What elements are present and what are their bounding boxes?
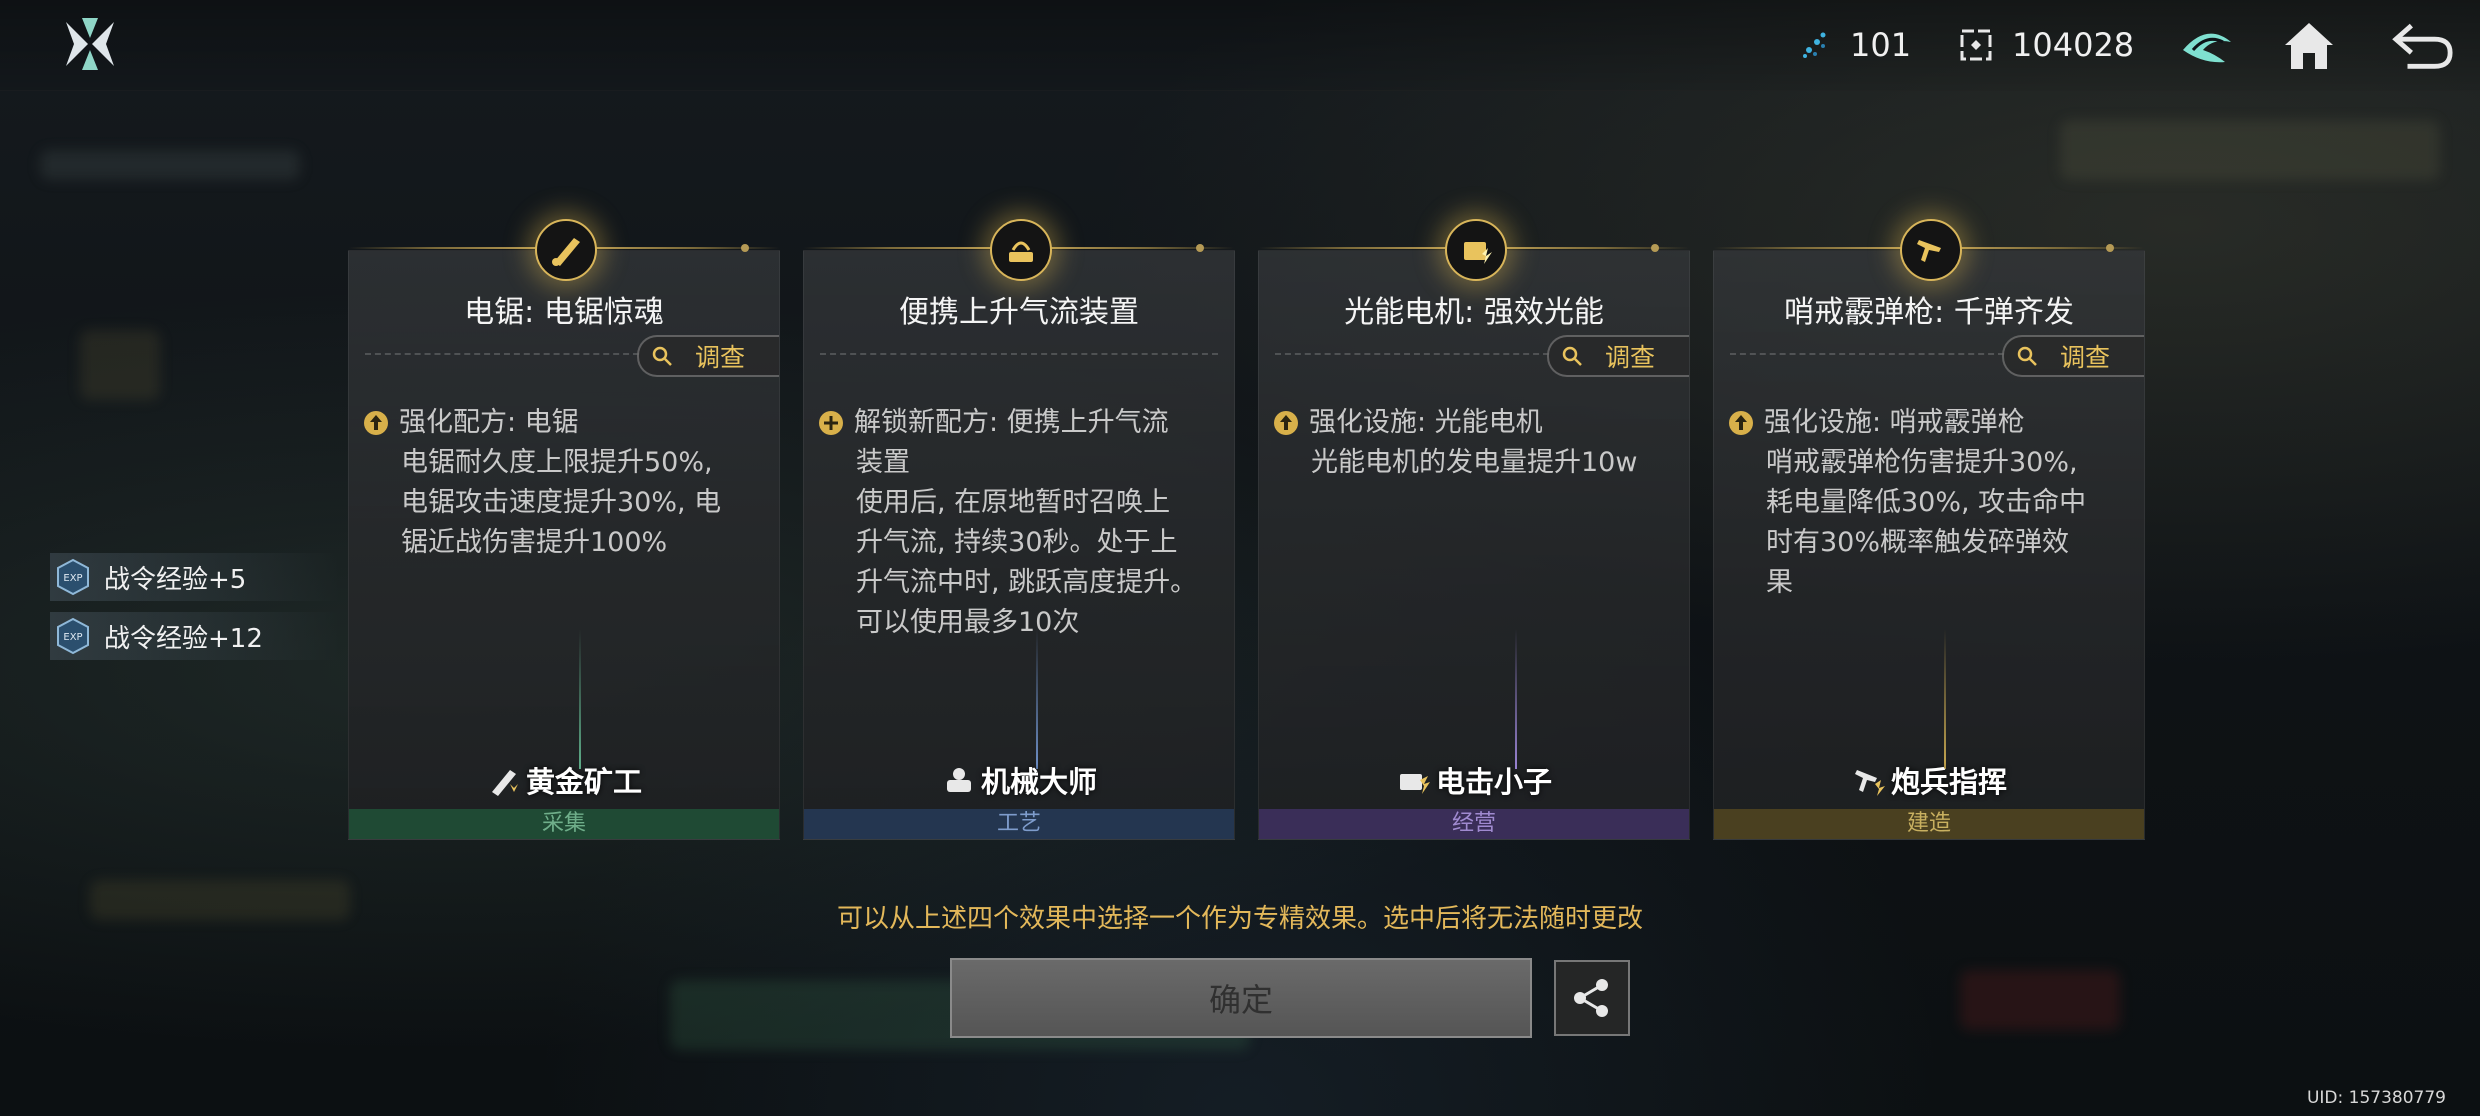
effect-heading: 强化配方: 电锯 <box>363 403 579 443</box>
exp-reward-item: EXP 战令经验+12 <box>50 612 340 660</box>
gold-miner-icon <box>491 770 518 796</box>
effect-heading: 强化设施: 光能电机 <box>1273 403 1543 443</box>
card-dashed-divider <box>820 353 1218 355</box>
currency-icon <box>1958 27 1994 63</box>
selection-hint: 可以从上述四个效果中选择一个作为专精效果。选中后将无法随时更改 <box>836 904 1643 934</box>
exp-reward-label: 战令经验+5 <box>104 564 247 595</box>
back-icon[interactable] <box>2392 14 2454 76</box>
inspect-button[interactable]: 调查 <box>637 335 779 377</box>
card-title: 光能电机: 强效光能 <box>1344 295 1604 330</box>
currency-counter: 104028 <box>1958 22 2134 68</box>
upgrade-arrow-icon <box>364 411 388 435</box>
card-title: 哨戒霰弹枪: 千弹齐发 <box>1784 295 2074 330</box>
effect-heading-text: 强化配方: 电锯 <box>399 407 579 438</box>
effect-description: 电锯耐久度上限提升50%, 电锯攻击速度提升30%, 电 锯近战伤害提升100% <box>401 447 722 558</box>
faction-emblem-icon[interactable] <box>2176 14 2238 76</box>
energy-counter: 101 <box>1796 22 1911 68</box>
card-title: 电锯: 电锯惊魂 <box>464 295 664 330</box>
updraft-device-icon <box>990 219 1052 281</box>
sentry-shotgun-icon <box>1900 219 1962 281</box>
character-label: 机械大师 <box>804 759 1234 801</box>
light-beam <box>1515 629 1517 769</box>
card-dashed-divider <box>1730 353 2004 355</box>
exp-badge-icon: EXP <box>57 558 89 596</box>
effect-heading-text: 强化设施: 光能电机 <box>1309 407 1543 438</box>
character-name: 炮兵指挥 <box>1890 765 2007 799</box>
character-label: 炮兵指挥 <box>1714 759 2144 801</box>
effect-heading-text: 解锁新配方: 便携上升气流 <box>854 407 1169 438</box>
effect-card-updraft-device[interactable]: 便携上升气流装置 解锁新配方: 便携上升气流 装置 使用后, 在原地暂时召唤上 … <box>803 219 1235 840</box>
inspect-button[interactable]: 调查 <box>1547 335 1689 377</box>
electric-kid-icon <box>1399 774 1430 794</box>
user-id: UID: 157380779 <box>2306 1088 2446 1108</box>
exp-reward-label: 战令经验+12 <box>104 623 263 654</box>
svg-text:EXP: EXP <box>63 632 82 643</box>
upgrade-arrow-icon <box>1729 411 1753 435</box>
effect-card-solar-motor[interactable]: 光能电机: 强效光能 调查 强化设施: 光能电机 光能电机的发电量提升10w 电… <box>1258 219 1690 840</box>
effect-description: 哨戒霰弹枪伤害提升30%, 耗电量降低30%, 攻击命中 时有30%概率触发碎弹… <box>1766 447 2087 598</box>
chainsaw-icon <box>535 219 597 281</box>
category-tag: 工艺 <box>804 809 1234 839</box>
app-logo-icon[interactable] <box>60 14 120 74</box>
exp-reward-item: EXP 战令经验+5 <box>50 553 340 601</box>
search-icon <box>1562 346 1582 366</box>
effect-heading: 解锁新配方: 便携上升气流 <box>818 403 1169 443</box>
light-beam <box>1036 629 1038 769</box>
bg-blur-shape <box>80 330 160 400</box>
upgrade-arrow-icon <box>1274 411 1298 435</box>
effect-description: 光能电机的发电量提升10w <box>1311 447 1638 478</box>
character-name: 电击小子 <box>1435 765 1552 799</box>
light-beam <box>579 629 581 769</box>
confirm-button[interactable]: 确定 <box>950 958 1532 1038</box>
share-icon <box>1574 979 1608 1017</box>
search-icon <box>2017 346 2037 366</box>
effect-heading-text: 强化设施: 哨戒霰弹枪 <box>1764 407 2025 438</box>
bg-blur-shape <box>2060 120 2440 180</box>
bg-blur-shape <box>40 150 300 180</box>
top-bar: 101 104028 <box>0 0 2480 91</box>
artillery-commander-icon <box>1854 770 1885 796</box>
exp-badge-icon: EXP <box>57 617 89 655</box>
currency-value: 104028 <box>2012 26 2135 64</box>
bg-blur-shape <box>1960 970 2120 1030</box>
card-dashed-divider <box>1275 353 1549 355</box>
effect-card-sentry-shotgun[interactable]: 哨戒霰弹枪: 千弹齐发 调查 强化设施: 哨戒霰弹枪 哨戒霰弹枪伤害提升30%,… <box>1713 219 2145 840</box>
card-title: 便携上升气流装置 <box>899 295 1139 330</box>
inspect-label: 调查 <box>695 343 746 372</box>
energy-icon <box>1796 27 1832 63</box>
category-tag: 建造 <box>1714 809 2144 839</box>
effect-card-chainsaw[interactable]: 电锯: 电锯惊魂 调查 强化配方: 电锯 电锯耐久度上限提升50%, 电锯攻击速… <box>348 219 780 840</box>
effect-heading: 强化设施: 哨戒霰弹枪 <box>1728 403 2025 443</box>
share-button[interactable] <box>1554 960 1630 1036</box>
light-beam <box>1944 629 1946 769</box>
unlock-plus-icon <box>819 411 843 435</box>
inspect-label: 调查 <box>2060 343 2111 372</box>
mechanic-master-icon <box>946 768 971 792</box>
category-tag: 经营 <box>1259 809 1689 839</box>
search-icon <box>652 346 672 366</box>
character-name: 黄金矿工 <box>525 765 642 799</box>
character-name: 机械大师 <box>980 765 1097 799</box>
category-tag: 采集 <box>349 809 779 839</box>
card-dashed-divider <box>365 353 639 355</box>
inspect-button[interactable]: 调查 <box>2002 335 2144 377</box>
character-label: 黄金矿工 <box>349 759 779 801</box>
solar-motor-icon <box>1445 219 1507 281</box>
effect-description: 装置 使用后, 在原地暂时召唤上 升气流, 持续30秒。处于上 升气流中时, 跳… <box>856 447 1198 638</box>
character-label: 电击小子 <box>1259 759 1689 801</box>
home-icon[interactable] <box>2278 14 2340 76</box>
inspect-label: 调查 <box>1605 343 1656 372</box>
svg-text:EXP: EXP <box>63 573 82 584</box>
energy-value: 101 <box>1850 26 1912 64</box>
